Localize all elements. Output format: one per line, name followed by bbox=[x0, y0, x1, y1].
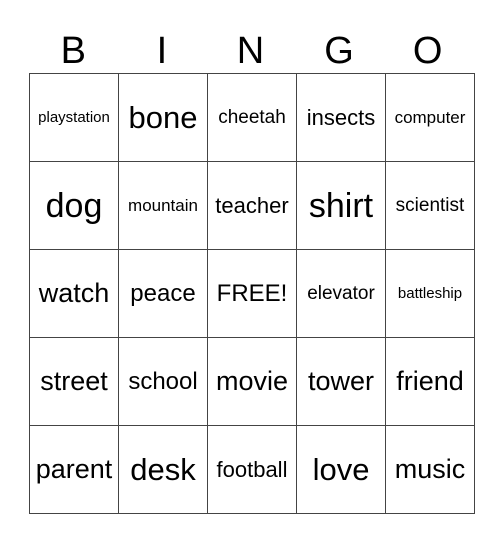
bingo-cell[interactable]: watch bbox=[29, 249, 119, 338]
header-letter-b: B bbox=[60, 30, 86, 72]
header-letter-o: O bbox=[412, 30, 443, 72]
bingo-cell[interactable]: desk bbox=[118, 425, 208, 514]
bingo-cell[interactable]: friend bbox=[385, 337, 475, 426]
bingo-header: B I N G O bbox=[29, 30, 472, 72]
header-letter-g: G bbox=[324, 30, 354, 72]
bingo-cell[interactable]: peace bbox=[118, 249, 208, 338]
bingo-cell[interactable]: bone bbox=[118, 73, 208, 162]
header-letter-n: N bbox=[236, 30, 265, 72]
bingo-cell[interactable]: insects bbox=[296, 73, 386, 162]
free-space-cell[interactable]: FREE! bbox=[207, 249, 297, 338]
bingo-cell[interactable]: parent bbox=[29, 425, 119, 514]
bingo-cell[interactable]: football bbox=[207, 425, 297, 514]
bingo-cell[interactable]: tower bbox=[296, 337, 386, 426]
grid-row: parent desk football love music bbox=[29, 425, 475, 514]
bingo-cell[interactable]: street bbox=[29, 337, 119, 426]
grid-row: watch peace FREE! elevator battleship bbox=[29, 249, 475, 338]
grid-row: street school movie tower friend bbox=[29, 337, 475, 426]
bingo-cell[interactable]: school bbox=[118, 337, 208, 426]
bingo-cell[interactable]: teacher bbox=[207, 161, 297, 250]
bingo-cell[interactable]: battleship bbox=[385, 249, 475, 338]
bingo-grid: playstation bone cheetah insects compute… bbox=[29, 73, 475, 514]
bingo-cell[interactable]: love bbox=[296, 425, 386, 514]
bingo-cell[interactable]: music bbox=[385, 425, 475, 514]
bingo-cell[interactable]: cheetah bbox=[207, 73, 297, 162]
bingo-cell[interactable]: scientist bbox=[385, 161, 475, 250]
header-letter-i: I bbox=[156, 30, 168, 72]
bingo-cell[interactable]: dog bbox=[29, 161, 119, 250]
grid-row: playstation bone cheetah insects compute… bbox=[29, 73, 475, 162]
grid-row: dog mountain teacher shirt scientist bbox=[29, 161, 475, 250]
bingo-cell[interactable]: computer bbox=[385, 73, 475, 162]
bingo-cell[interactable]: movie bbox=[207, 337, 297, 426]
bingo-cell[interactable]: mountain bbox=[118, 161, 208, 250]
bingo-cell[interactable]: shirt bbox=[296, 161, 386, 250]
bingo-cell[interactable]: elevator bbox=[296, 249, 386, 338]
bingo-cell[interactable]: playstation bbox=[29, 73, 119, 162]
